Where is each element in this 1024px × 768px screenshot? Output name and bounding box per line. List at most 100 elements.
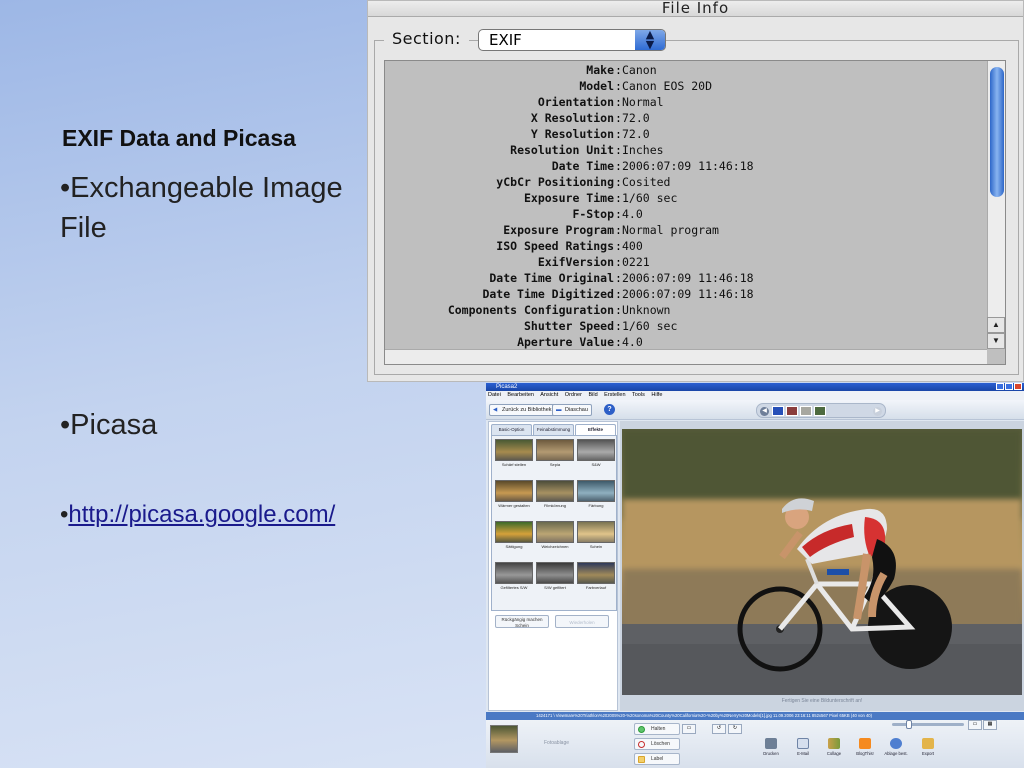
zoom-slider[interactable] [892,723,964,726]
effect-black-white[interactable]: S&W [577,439,615,469]
exif-row: ISO Speed Ratings:400 [385,238,985,254]
hold-button[interactable]: Halten [634,723,680,735]
menu-hilfe[interactable]: Hilfe [651,392,662,398]
picasa-titlebar[interactable]: Picasa2 [486,383,1024,391]
exif-key: Make [586,63,614,77]
menu-erstellen[interactable]: Erstellen [604,392,625,398]
help-icon[interactable]: ? [604,404,615,415]
undo-button[interactable]: Rückgängig machen Schein [495,615,549,628]
zoom-slider-knob[interactable] [906,720,912,729]
effect-label: Filmkörnung [543,503,566,508]
exif-horizontal-scrollbar[interactable] [385,349,987,364]
bottom-panel: Fotoablage Halten Löschen Label ▭ ↺ ↻ Dr… [486,720,1024,768]
label-label: Label [651,756,664,762]
label-icon [638,756,645,763]
effect-saturation[interactable]: Sättigung [495,521,533,551]
effect-bw-filtered[interactable]: S/W gefiltert [536,562,574,592]
exif-key: Shutter Speed [523,319,614,333]
minimize-icon[interactable] [996,383,1004,390]
filmstrip: ◀ ▶ [756,403,886,418]
tray-icon[interactable]: ▭ [682,724,696,734]
back-to-library-button[interactable]: ◀ Zurück zu Bibliothek [489,404,556,416]
section-label: Section: [384,29,469,48]
filmstrip-thumb[interactable] [814,406,826,416]
maximize-icon[interactable] [1005,383,1013,390]
email-label: E-Mail [797,751,809,756]
filmstrip-thumb[interactable] [800,406,812,416]
exif-separator: : [615,175,622,189]
exif-key: Date Time Original [489,271,614,285]
exif-list[interactable]: Make: Canon Model: Canon EOS 20D Orientation… [384,60,1006,365]
picasa-link[interactable]: http://picasa.google.com/ [68,501,335,528]
tab-effects[interactable]: Effekte [575,424,616,435]
effect-sharpen[interactable]: Schärf stellen [495,439,533,469]
effect-film-grain[interactable]: Filmkörnung [536,480,574,510]
label-button[interactable]: Label [634,753,680,765]
archive-button[interactable]: Ablage best. [883,738,909,764]
exif-separator: : [615,319,622,333]
email-button[interactable]: E-Mail [790,738,816,764]
bullet-link: •http://picasa.google.com/ [60,495,335,535]
menu-bearbeiten[interactable]: Bearbeiten [507,392,534,398]
exif-scrollbar[interactable] [987,61,1005,349]
effect-warm[interactable]: Wärmer gestalten [495,480,533,510]
effect-tint[interactable]: Färbung [577,480,615,510]
slideshow-button[interactable]: ▬ Diaschau [552,404,592,416]
file-info-titlebar[interactable]: File Info [368,1,1023,17]
exif-row: Date Time:2006:07:09 11:46:18 [385,158,985,174]
delete-button[interactable]: Löschen [634,738,680,750]
exif-key: yCbCr Positioning [496,175,614,189]
scroll-up-arrow-icon[interactable]: ▲ [987,317,1005,333]
caption-input[interactable]: Fertigen Sie eine Bildunterschrift an! [620,698,1024,704]
blogthis-button[interactable]: BlogThis! [852,738,878,764]
export-button[interactable]: Export [915,738,941,764]
menu-datei[interactable]: Datei [488,392,501,398]
exif-value: Normal program [622,223,719,237]
exif-key: Orientation [537,95,614,109]
effect-sepia[interactable]: Sepia [536,439,574,469]
exif-scroll-thumb[interactable] [990,67,1004,197]
redo-button[interactable]: Wiederholen [555,615,609,628]
export-label: Export [921,751,935,756]
effect-soft-focus[interactable]: Weichzeichnen [536,521,574,551]
collage-button[interactable]: Collage [821,738,847,764]
exif-separator: : [615,335,622,349]
menu-bild[interactable]: Bild [588,392,597,398]
arrow-left-icon: ◀ [493,407,498,413]
print-button[interactable]: Drucken [758,738,784,764]
exif-separator: : [615,63,622,77]
menu-ordner[interactable]: Ordner [565,392,582,398]
exif-value: 2006:07:09 11:46:18 [622,159,754,173]
photo-tray-thumb[interactable] [490,725,518,753]
rotate-right-icon[interactable]: ↻ [728,724,742,734]
effect-thumbnail [536,480,574,502]
filmstrip-thumb[interactable] [772,406,784,416]
scroll-down-arrow-icon[interactable]: ▼ [987,333,1005,349]
previous-photo-icon[interactable]: ◀ [760,407,769,416]
effect-label: Sepia [549,462,561,467]
edit-tabs: Basic-Option Feinabstimmung Effekte [491,424,616,435]
exif-separator: : [615,143,622,157]
menu-tools[interactable]: Tools [632,392,645,398]
cyclist-photo-svg [622,429,1022,695]
rotate-left-icon[interactable]: ↺ [712,724,726,734]
tab-basic-options[interactable]: Basic-Option [491,424,532,435]
effect-graduated-tint[interactable]: Farbverlauf [577,562,615,592]
effect-filtered-bw[interactable]: Gefiltertes S/W [495,562,533,592]
menu-ansicht[interactable]: Ansicht [540,392,558,398]
exif-value: 0221 [622,255,650,269]
picasa-menubar: Datei Bearbeiten Ansicht Ordner Bild Ers… [486,391,1024,400]
close-icon[interactable] [1014,383,1022,390]
cyclist-photo[interactable] [622,429,1022,695]
effect-glow[interactable]: Schein [577,521,615,551]
section-select[interactable]: EXIF ▲ ▼ [478,29,666,51]
exif-key: Date Time Digitized [482,287,614,301]
exif-separator: : [615,79,622,93]
filmstrip-thumb[interactable] [786,406,798,416]
view-grid-icon[interactable]: ▦ [983,720,997,730]
blogger-icon [859,738,871,749]
tab-fine-tuning[interactable]: Feinabstimmung [533,424,574,435]
view-single-icon[interactable]: ▭ [968,720,982,730]
exif-value: 72.0 [622,127,650,141]
next-photo-icon[interactable]: ▶ [873,407,882,416]
